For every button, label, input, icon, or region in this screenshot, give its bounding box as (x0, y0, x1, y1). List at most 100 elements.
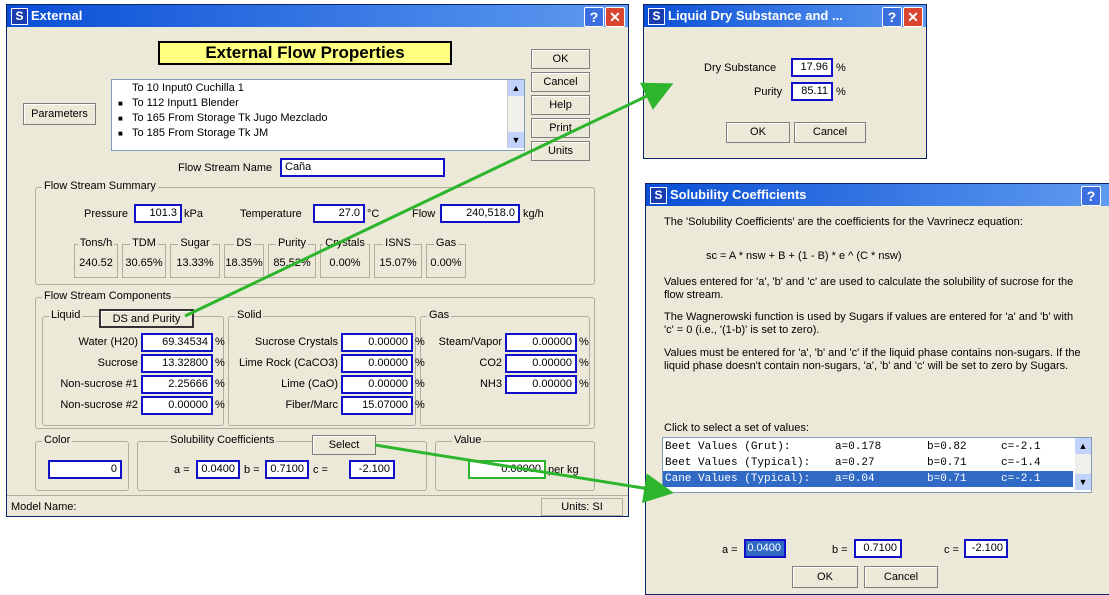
summary-cell-value: 13.33% (176, 257, 214, 269)
list-item[interactable]: To 10 Input0 Cuchilla 1 (118, 82, 244, 97)
gas-label: NH3 (479, 378, 502, 390)
stream-name-label: Flow Stream Name (178, 162, 273, 174)
solid-unit: % (415, 399, 425, 411)
close-icon[interactable]: ✕ (605, 7, 625, 27)
scroll-up-icon[interactable]: ▲ (508, 80, 524, 96)
lds-titlebar: S Liquid Dry Substance and ... ? ✕ (644, 5, 926, 27)
pressure-unit: kPa (184, 208, 203, 220)
list-item[interactable]: ■ To 165 From Storage Tk Jugo Mezclado (118, 112, 327, 127)
help-button[interactable]: Help (531, 95, 590, 115)
summary-cell-value: 15.07% (379, 257, 417, 269)
liquid-field[interactable]: 13.32800 (141, 354, 213, 373)
gas-label: Steam/Vapor (438, 336, 502, 348)
liquid-field[interactable]: 2.25666 (141, 375, 213, 394)
list-item[interactable]: ■ To 185 From Storage Tk JM (118, 127, 268, 142)
coefficient-c: c=-2.1 (1001, 473, 1041, 485)
liquid-field[interactable]: 0.00000 (141, 396, 213, 415)
coef-scrollbar[interactable]: ▲ ▼ (1075, 438, 1091, 490)
close-icon[interactable]: ✕ (903, 7, 923, 27)
help-icon[interactable]: ? (584, 7, 604, 27)
sol-titlebar: S Solubility Coefficients ? (646, 184, 1109, 206)
b-field[interactable]: 0.7100 (265, 460, 309, 479)
summary-cell: ISNS 15.07% (374, 237, 422, 278)
c-field[interactable]: -2.100 (349, 460, 395, 479)
c-label: c = (313, 464, 328, 476)
solid-title: Solid (235, 309, 264, 321)
sol-nonsugars-text: Values must be entered for 'a', 'b' and … (664, 347, 1081, 372)
solid-label: Lime Rock (CaCO3) (238, 357, 338, 369)
gas-field[interactable]: 0.00000 (505, 354, 577, 373)
sugars-app-icon: S (648, 8, 665, 25)
solubility-group: Solubility Coefficients a = 0.0400 b = 0… (137, 434, 427, 491)
summary-cell-value: 30.65% (125, 257, 163, 269)
coefficient-a: a=0.178 (835, 441, 882, 453)
solid-field[interactable]: 0.00000 (341, 375, 413, 394)
summary-cell: DS 18.35% (224, 237, 264, 278)
stream-name-field[interactable]: Caña (280, 158, 445, 177)
a-field[interactable]: 0.0400 (196, 460, 240, 479)
purity-unit: % (836, 86, 846, 98)
gas-field[interactable]: 0.00000 (505, 333, 577, 352)
units-button[interactable]: Units (531, 141, 590, 161)
scroll-up-icon[interactable]: ▲ (1075, 438, 1091, 454)
list-bullet: ■ (118, 99, 123, 108)
liquid-dry-substance-window: S Liquid Dry Substance and ... ? ✕ Dry S… (643, 4, 927, 159)
parameters-button[interactable]: Parameters (23, 103, 96, 125)
list-item[interactable]: ■ To 112 Input1 Blender (118, 97, 239, 112)
help-icon[interactable]: ? (882, 7, 902, 27)
sol-c-field[interactable]: -2.100 (964, 539, 1008, 558)
connection-list[interactable]: To 10 Input0 Cuchilla 1 ■ To 112 Input1 Bl… (111, 79, 525, 151)
sol-values-text: Values entered for 'a', 'b' and 'c' are … (664, 276, 1074, 301)
sol-ok-button[interactable]: OK (792, 566, 858, 588)
liquid-title: Liquid (49, 309, 83, 321)
liquid-unit: % (215, 357, 225, 369)
lds-ok-button[interactable]: OK (726, 122, 790, 143)
coefficient-row[interactable]: Beet Values (Grut): a=0.178 b=0.82 c=-2.1 (663, 439, 1073, 455)
solid-field[interactable]: 0.00000 (341, 333, 413, 352)
summary-cell-header: Sugar (178, 237, 212, 249)
gas-unit: % (579, 336, 589, 348)
coefficient-list[interactable]: Beet Values (Grut): a=0.178 b=0.82 c=-2.1 Be… (662, 437, 1092, 493)
purity-label: Purity (754, 86, 783, 98)
sol-b-field[interactable]: 0.7100 (854, 539, 902, 558)
print-button[interactable]: Print (531, 118, 590, 138)
scroll-down-icon[interactable]: ▼ (508, 132, 524, 148)
coefficient-b: b=0.82 (927, 441, 967, 453)
page-heading: External Flow Properties (158, 41, 452, 65)
summary-cell-value: 0.00% (430, 257, 462, 269)
purity-field[interactable]: 85.11 (791, 82, 833, 101)
list-bullet: ■ (118, 114, 123, 123)
summary-cell-header: ISNS (383, 237, 413, 249)
help-icon[interactable]: ? (1081, 186, 1101, 206)
liquid-field[interactable]: 69.34534 (141, 333, 213, 352)
flow-field[interactable]: 240,518.0 (440, 204, 520, 223)
temperature-field[interactable]: 27.0 (313, 204, 365, 223)
summary-cell-header: DS (234, 237, 254, 249)
ds-and-purity-button[interactable]: DS and Purity (99, 309, 194, 328)
summary-cell-value: 85.52% (273, 257, 311, 269)
color-field[interactable]: 0 (48, 460, 122, 479)
sol-a-field[interactable]: 0.0400 (744, 539, 786, 558)
solid-label: Sucrose Crystals (254, 336, 338, 348)
select-button[interactable]: Select (312, 435, 376, 455)
lds-cancel-button[interactable]: Cancel (794, 122, 866, 143)
gas-field[interactable]: 0.00000 (505, 375, 577, 394)
dry-substance-field[interactable]: 17.96 (791, 58, 833, 77)
coefficient-name: Beet Values (Typical): (665, 457, 811, 469)
value-field[interactable]: 0.00000 (468, 460, 546, 479)
scroll-down-icon[interactable]: ▼ (1075, 474, 1091, 490)
solid-field[interactable]: 0.00000 (341, 354, 413, 373)
cancel-button[interactable]: Cancel (531, 72, 590, 92)
sol-click-text: Click to select a set of values: (664, 422, 809, 434)
solid-unit: % (415, 357, 425, 369)
coefficient-row[interactable]: Cane Values (Typical): a=0.04 b=0.71 c=-2.1 (663, 471, 1073, 487)
ok-button[interactable]: OK (531, 49, 590, 69)
summary-cell-value: 18.35% (225, 257, 263, 269)
pressure-field[interactable]: 101.3 (134, 204, 182, 223)
solid-label: Lime (CaO) (281, 378, 338, 390)
sol-a-label: a = (722, 544, 738, 556)
list-scrollbar[interactable]: ▲ ▼ (507, 80, 524, 148)
sol-cancel-button[interactable]: Cancel (864, 566, 938, 588)
coefficient-row[interactable]: Beet Values (Typical): a=0.27 b=0.71 c=-1.4 (663, 455, 1073, 471)
solid-field[interactable]: 15.07000 (341, 396, 413, 415)
